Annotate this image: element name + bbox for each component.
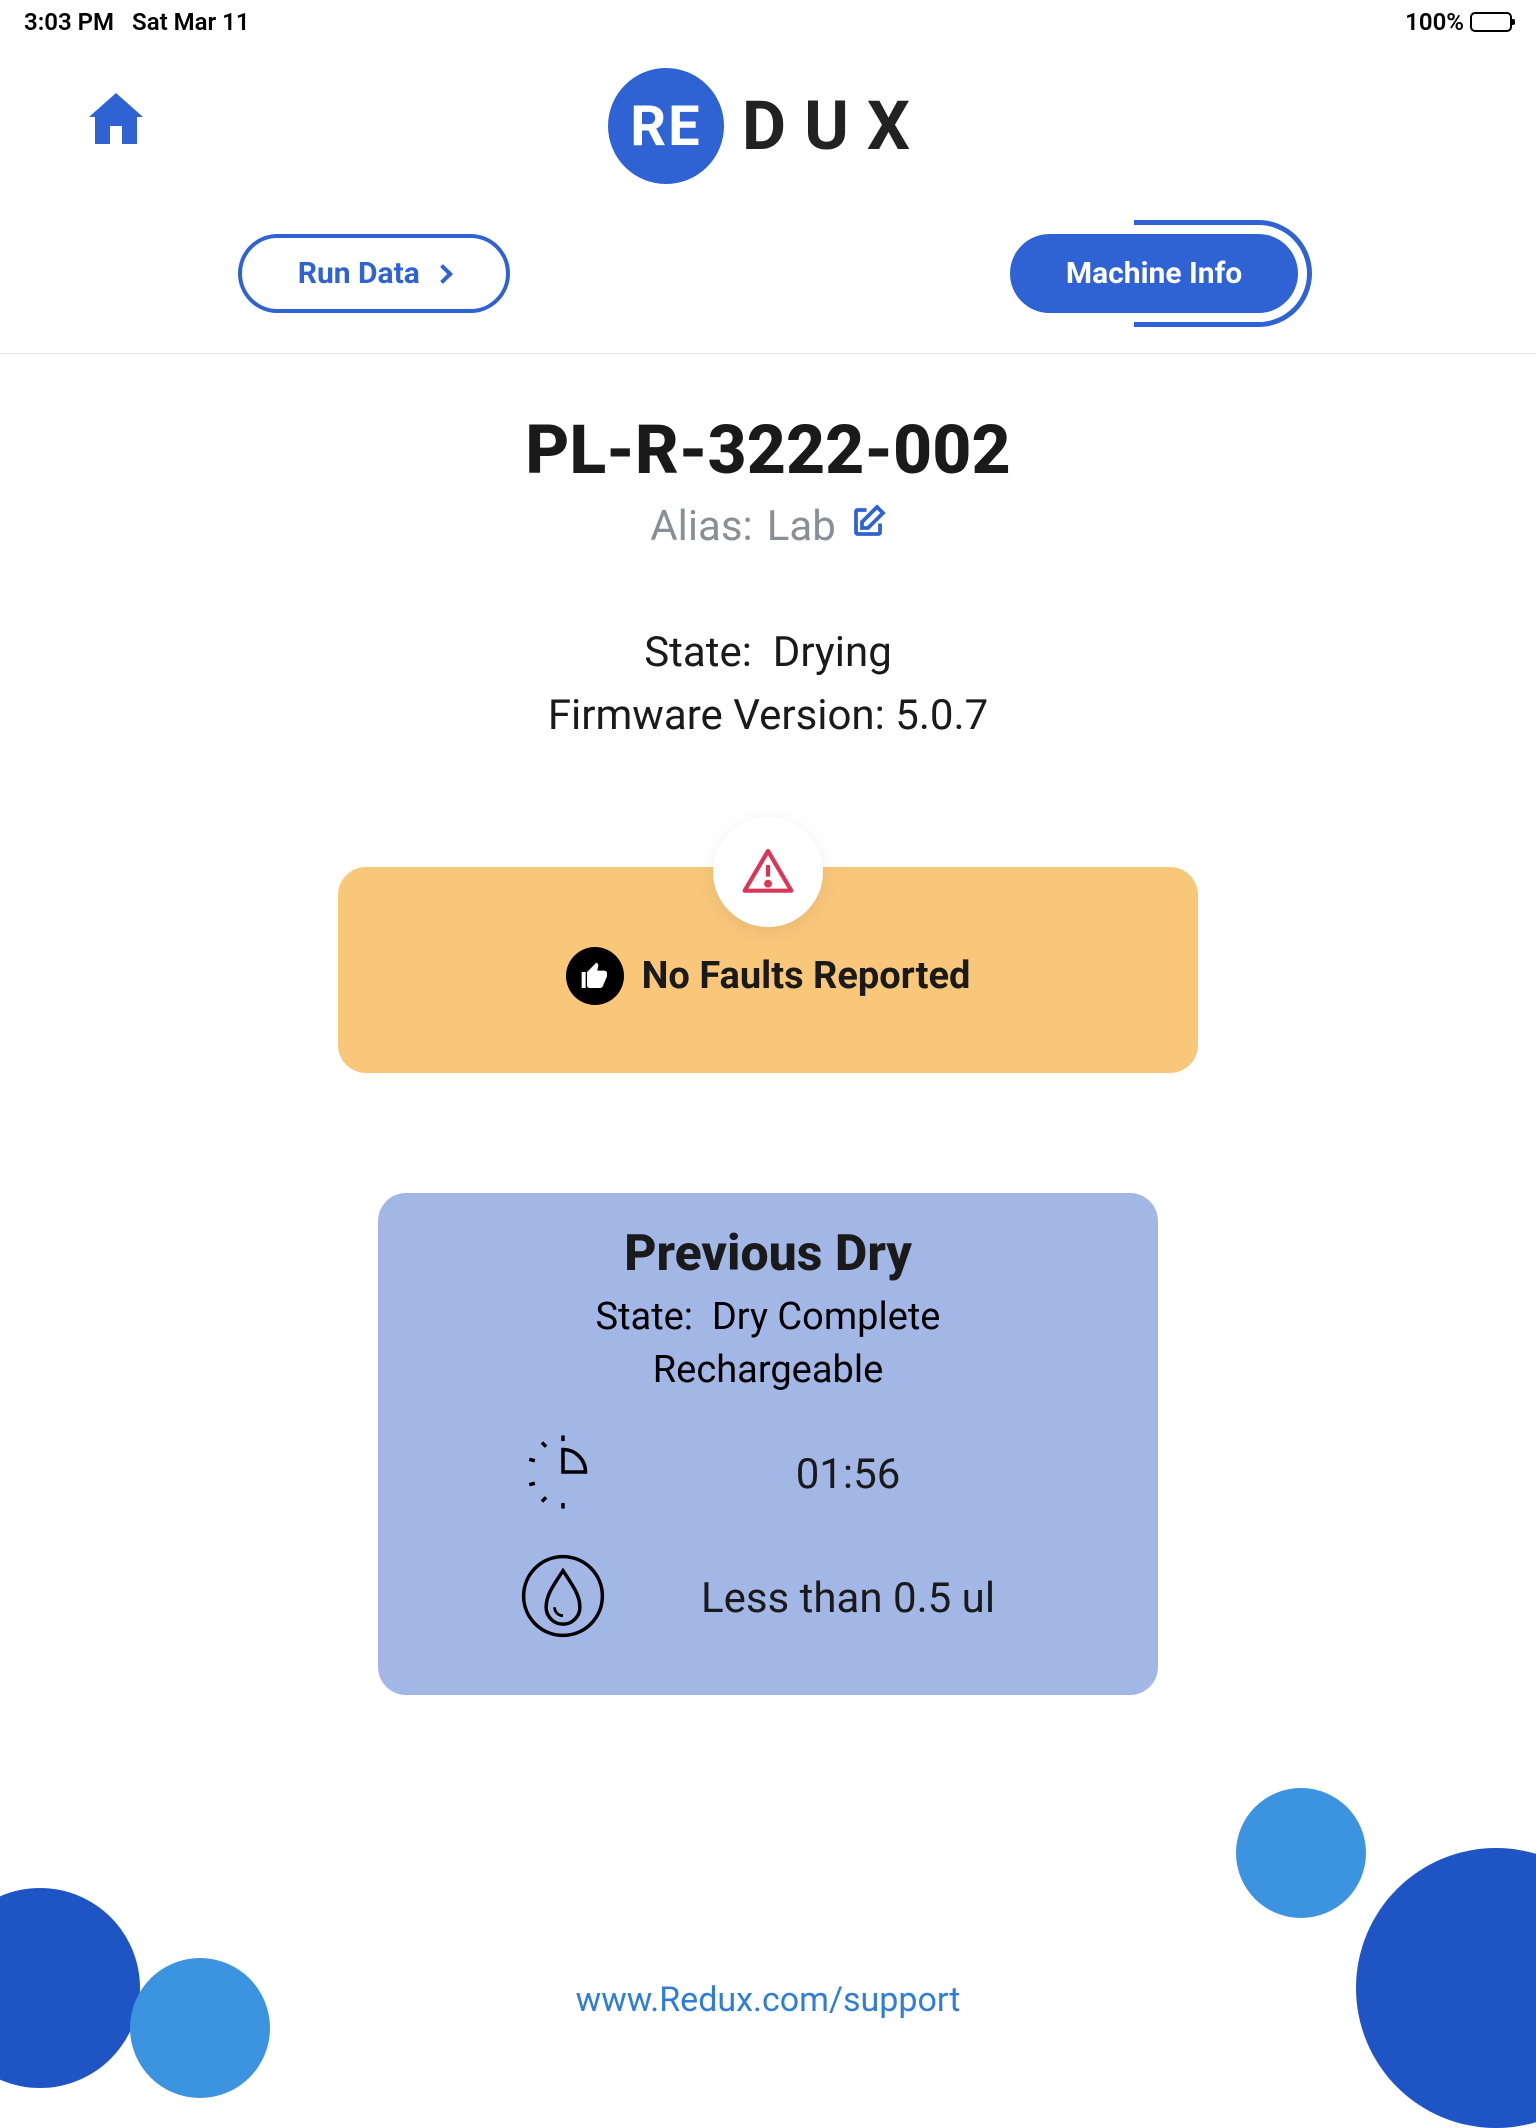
prev-state-label: State: [596, 1295, 693, 1339]
firmware-label: Firmware Version: [548, 691, 885, 740]
alias-value: Lab [767, 502, 836, 551]
state-value: Drying [773, 628, 892, 677]
previous-title: Previous Dry [428, 1225, 1108, 1283]
alias-label: Alias: [650, 502, 753, 551]
moisture-value: Less than 0.5 ul [678, 1574, 1108, 1623]
timer-icon [518, 1427, 608, 1521]
tab-run-data[interactable]: Run Data [238, 234, 510, 313]
prev-state-line1: Dry Complete [712, 1295, 941, 1339]
status-date: Sat Mar 11 [132, 8, 249, 36]
machine-id: PL-R-3222-002 [0, 410, 1536, 490]
decorative-circle [130, 1958, 270, 2098]
decorative-circle [0, 1888, 140, 2088]
tab-machine-info[interactable]: Machine Info [1010, 234, 1298, 313]
tab-machine-info-label: Machine Info [1066, 256, 1242, 291]
state-block: State: Drying Firmware Version: 5.0.7 [0, 621, 1536, 747]
status-time: 3:03 PM [24, 8, 114, 36]
fault-card: No Faults Reported [338, 867, 1198, 1073]
app-header: RE DUX [0, 44, 1536, 224]
tab-bar: Run Data Machine Info [0, 224, 1536, 354]
prev-state-line2: Rechargeable [653, 1348, 883, 1392]
decorative-circle [1236, 1788, 1366, 1918]
thumbs-up-icon [566, 947, 624, 1005]
tab-machine-info-wrapper: Machine Info [1010, 234, 1298, 313]
status-bar: 3:03 PM Sat Mar 11 100% [0, 0, 1536, 44]
alert-triangle-icon [740, 844, 796, 900]
chevron-right-icon [433, 264, 453, 284]
edit-icon[interactable] [850, 502, 886, 551]
firmware-value: 5.0.7 [895, 691, 988, 740]
logo: RE DUX [608, 68, 928, 184]
previous-dry-card: Previous Dry State: Dry Complete Recharg… [378, 1193, 1158, 1695]
fault-message: No Faults Reported [642, 954, 971, 998]
logo-circle: RE [608, 68, 724, 184]
decorative-circle [1356, 1848, 1536, 2128]
logo-text: DUX [742, 86, 928, 166]
alert-circle [713, 817, 823, 927]
support-link[interactable]: www.Redux.com/support [576, 1980, 961, 2020]
duration-value: 01:56 [678, 1450, 1108, 1499]
battery-percent: 100% [1405, 8, 1464, 36]
main-content: PL-R-3222-002 Alias: Lab State: Drying F… [0, 354, 1536, 1695]
battery-icon [1470, 12, 1512, 32]
alias-row: Alias: Lab [0, 502, 1536, 551]
home-icon[interactable] [80, 84, 152, 160]
state-label: State: [644, 628, 752, 677]
water-drop-icon [518, 1551, 608, 1645]
tab-run-data-label: Run Data [298, 256, 420, 291]
